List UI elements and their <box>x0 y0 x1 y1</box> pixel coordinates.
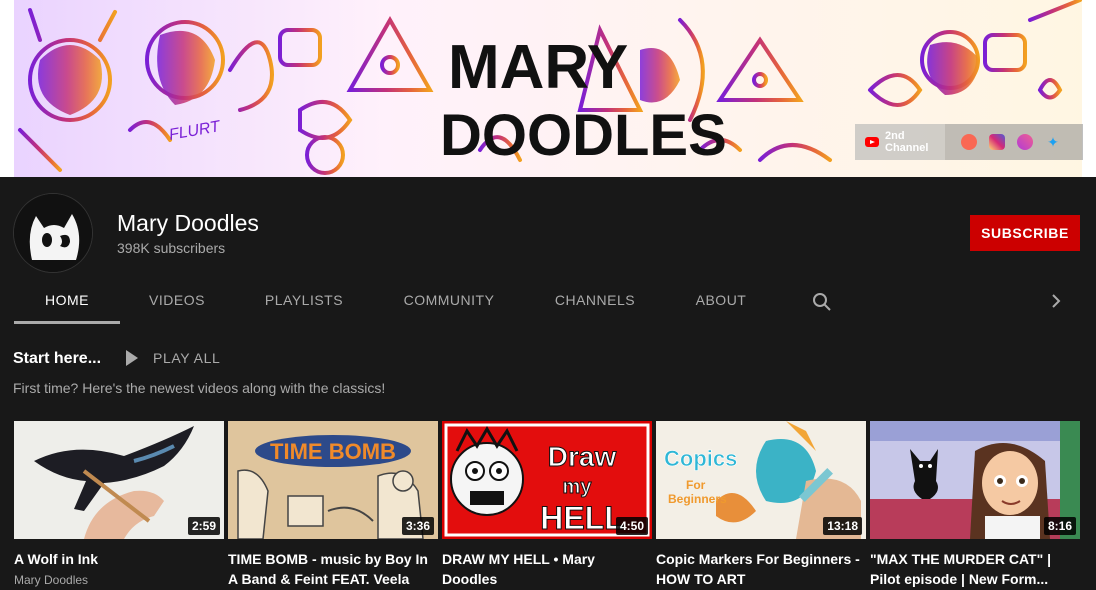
banner-links: 2nd Channel ✦ <box>855 124 1083 160</box>
instagram-icon[interactable] <box>989 134 1005 150</box>
subscriber-count: 398K subscribers <box>117 240 226 256</box>
video-title[interactable]: A Wolf in Ink <box>14 549 224 569</box>
second-channel-link[interactable]: 2nd Channel <box>855 124 945 160</box>
video-duration: 13:18 <box>823 517 862 535</box>
avatar[interactable] <box>13 193 93 273</box>
video-duration: 8:16 <box>1043 517 1076 535</box>
video-duration: 3:36 <box>401 517 434 535</box>
tab-community[interactable]: COMMUNITY <box>390 288 508 324</box>
thumb-text: TIME BOMB <box>270 439 396 464</box>
svg-text:Copics: Copics <box>664 446 737 471</box>
video-channel[interactable]: Mary Doodles <box>14 573 224 587</box>
shelf-subtitle: First time? Here's the newest videos alo… <box>13 380 386 396</box>
home-shelf: Start here... PLAY ALL First time? Here'… <box>0 324 1096 590</box>
tab-home[interactable]: HOME <box>14 288 120 324</box>
video-duration: 2:59 <box>187 517 220 535</box>
video-thumbnail[interactable]: TIME BOMB 3:36 <box>228 421 438 539</box>
second-channel-label: 2nd Channel <box>885 130 929 154</box>
svg-text:Beginners: Beginners <box>668 492 727 506</box>
video-card[interactable]: 8:16 "MAX THE MURDER CAT" | Pilot episod… <box>870 421 1080 589</box>
play-all-label: PLAY ALL <box>153 350 221 366</box>
svg-text:my: my <box>563 476 593 498</box>
shelf-title[interactable]: Start here... <box>13 350 101 368</box>
chevron-right-icon[interactable] <box>1050 294 1062 308</box>
video-thumbnail[interactable]: 8:16 <box>870 421 1080 539</box>
video-card[interactable]: TIME BOMB 3:36 TIME BOMB - music by Boy … <box>228 421 438 589</box>
twitter-icon[interactable]: ✦ <box>1045 134 1061 150</box>
video-title[interactable]: Copic Markers For Beginners - HOW TO ART <box>656 549 866 589</box>
svg-text:HELL: HELL <box>540 500 624 536</box>
video-thumbnail[interactable]: Copics For Beginners 13:18 <box>656 421 866 539</box>
search-icon[interactable] <box>812 292 832 312</box>
video-card[interactable]: 2:59 A Wolf in Ink Mary Doodles <box>14 421 224 587</box>
banner-title-line2: DOODLES <box>440 103 727 168</box>
tab-about[interactable]: ABOUT <box>682 288 760 324</box>
video-title[interactable]: "MAX THE MURDER CAT" | Pilot episode | N… <box>870 549 1080 589</box>
patreon-icon[interactable] <box>961 134 977 150</box>
video-title[interactable]: DRAW MY HELL • Mary Doodles <box>442 549 652 589</box>
channel-banner: MARY DOODLES FLURT 2nd Channel ✦ <box>0 0 1096 177</box>
channel-header: Mary Doodles 398K subscribers SUBSCRIBE … <box>0 177 1096 324</box>
cat-logo-icon <box>14 194 92 272</box>
tab-channels[interactable]: CHANNELS <box>540 288 650 324</box>
video-thumbnail[interactable]: 2:59 <box>14 421 224 539</box>
svg-text:For: For <box>686 478 706 492</box>
play-all-button[interactable]: PLAY ALL <box>126 350 220 366</box>
video-duration: 4:50 <box>615 517 648 535</box>
svg-text:Draw: Draw <box>548 441 617 472</box>
play-icon <box>126 350 138 366</box>
tab-playlists[interactable]: PLAYLISTS <box>250 288 358 324</box>
banner-title-line1: MARY <box>448 33 628 102</box>
video-title[interactable]: TIME BOMB - music by Boy In A Band & Fei… <box>228 549 438 589</box>
youtube-icon <box>865 137 879 147</box>
video-card[interactable]: Draw my HELL 4:50 DRAW MY HELL • Mary Do… <box>442 421 652 589</box>
video-thumbnail[interactable]: Draw my HELL 4:50 <box>442 421 652 539</box>
tab-videos[interactable]: VIDEOS <box>136 288 218 324</box>
video-card[interactable]: Copics For Beginners 13:18 Copic Markers… <box>656 421 866 589</box>
channel-name: Mary Doodles <box>117 210 259 236</box>
subscribe-button[interactable]: SUBSCRIBE <box>970 215 1080 251</box>
channel-tabs: HOME VIDEOS PLAYLISTS COMMUNITY CHANNELS… <box>0 288 1096 324</box>
twitch-icon[interactable] <box>1017 134 1033 150</box>
